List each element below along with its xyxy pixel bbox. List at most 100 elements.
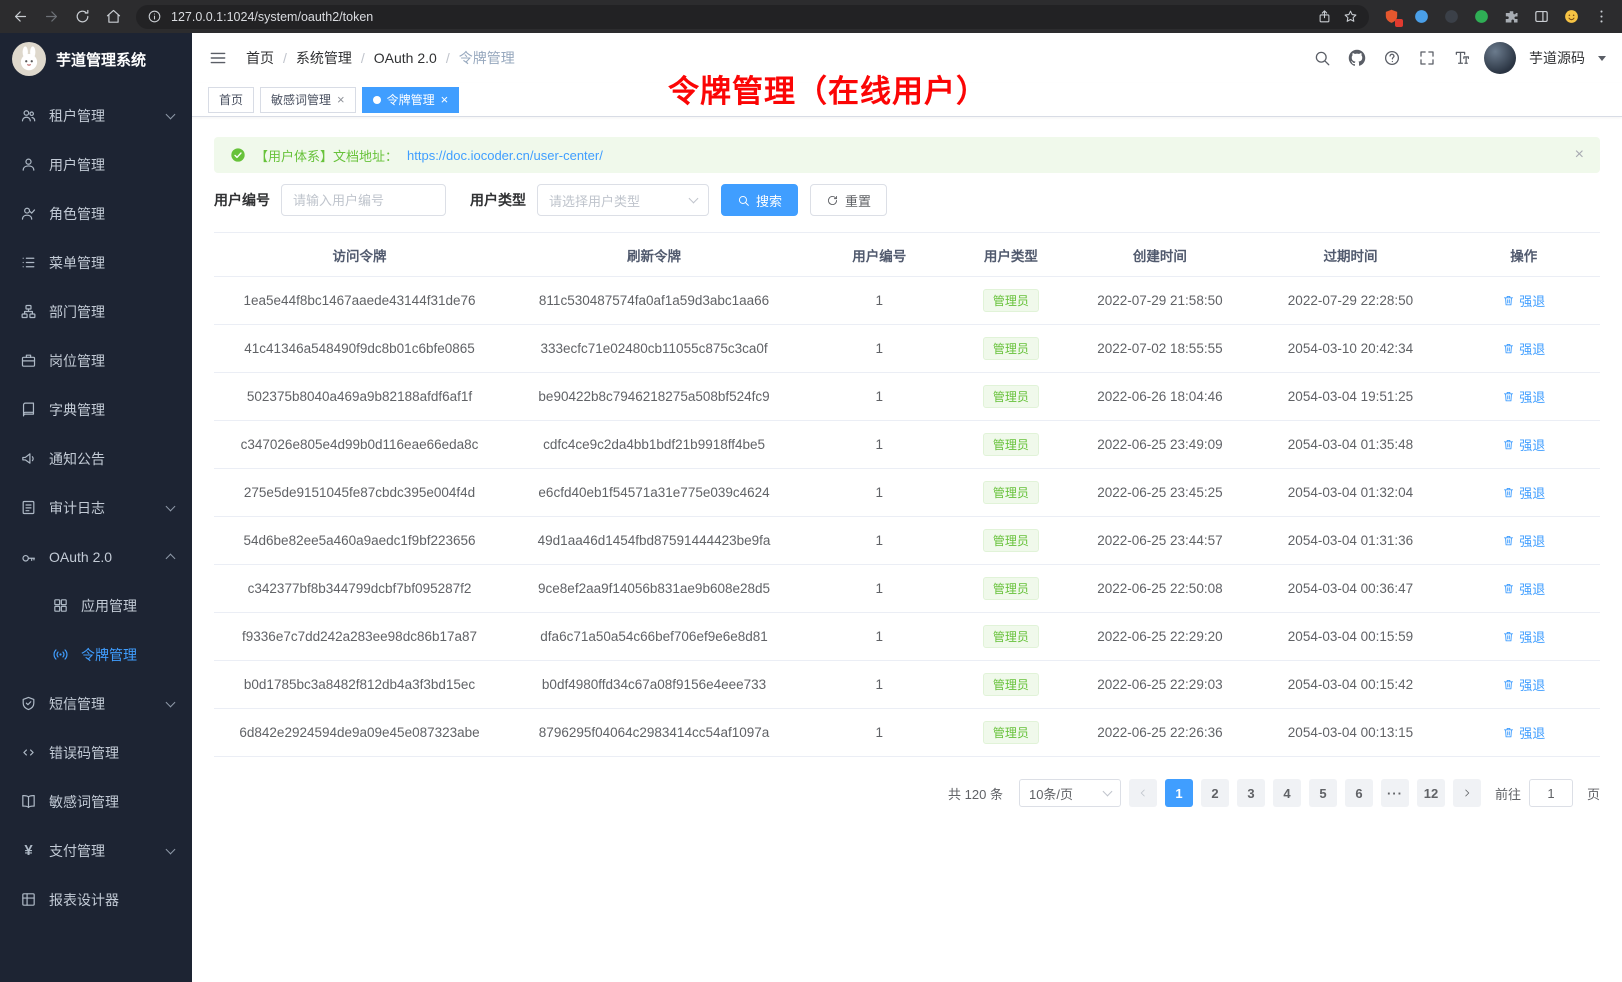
fullscreen-icon[interactable] [1418, 49, 1436, 67]
sidebar-item[interactable]: 错误码管理 [0, 728, 192, 777]
share-icon[interactable] [1317, 9, 1332, 24]
reset-button[interactable]: 重置 [810, 184, 887, 216]
github-icon[interactable] [1348, 49, 1366, 67]
app-icon [52, 597, 69, 614]
dark-extension-icon[interactable] [1443, 8, 1460, 25]
browser-home-icon[interactable] [105, 8, 122, 25]
font-size-icon[interactable] [1453, 49, 1471, 67]
force-logout-label: 强退 [1519, 579, 1545, 598]
sidebar-item[interactable]: 租户管理 [0, 91, 192, 140]
table-row: f9336e7c7dd242a283ee98dc86b17a87dfa6c71a… [214, 613, 1600, 661]
pagination-next-button[interactable] [1453, 779, 1481, 807]
sidebar-item[interactable]: 令牌管理 [0, 630, 192, 679]
breadcrumb-item[interactable]: 系统管理 [296, 48, 352, 68]
sidebar-item[interactable]: 字典管理 [0, 385, 192, 434]
force-logout-button[interactable]: 强退 [1502, 483, 1545, 502]
goto-page-input[interactable] [1529, 779, 1573, 807]
pagination-prev-button[interactable] [1129, 779, 1157, 807]
search-icon[interactable] [1313, 49, 1331, 67]
adblock-extension-icon[interactable] [1383, 8, 1400, 25]
doc-link[interactable]: https://doc.iocoder.cn/user-center/ [407, 148, 603, 163]
username[interactable]: 芋道源码 [1529, 48, 1585, 68]
app-title: 芋道管理系统 [56, 49, 146, 70]
user-type-label: 用户类型 [470, 190, 526, 210]
sidebar-item[interactable]: 报表设计器 [0, 875, 192, 924]
page-tab[interactable]: 敏感词管理× [260, 87, 356, 113]
alert-close-icon[interactable]: × [1575, 147, 1584, 163]
pagination-page-button[interactable]: 6 [1345, 779, 1373, 807]
sidebar-item[interactable]: 角色管理 [0, 189, 192, 238]
breadcrumb-item[interactable]: OAuth 2.0 [374, 50, 437, 66]
breadcrumb-separator: / [446, 50, 450, 66]
search-button[interactable]: 搜索 [721, 184, 798, 216]
sidebar-item[interactable]: 应用管理 [0, 581, 192, 630]
force-logout-button[interactable]: 强退 [1502, 387, 1545, 406]
pagination-page-button[interactable]: 3 [1237, 779, 1265, 807]
success-check-icon [230, 147, 246, 163]
pagination-page-button[interactable]: 2 [1201, 779, 1229, 807]
page-tab[interactable]: 首页 [208, 87, 254, 113]
sidebar-item[interactable]: 菜单管理 [0, 238, 192, 287]
sms-icon [20, 695, 37, 712]
force-logout-button[interactable]: 强退 [1502, 531, 1545, 550]
force-logout-button[interactable]: 强退 [1502, 291, 1545, 310]
chevron-up-icon [166, 554, 176, 564]
page-size-select[interactable]: 10条/页 [1019, 779, 1121, 807]
sidebar-item[interactable]: 通知公告 [0, 434, 192, 483]
sidebar-item-label: 部门管理 [49, 302, 105, 322]
tab-close-icon[interactable]: × [337, 93, 345, 106]
active-dot-icon [373, 96, 381, 104]
pagination-page-button[interactable]: 5 [1309, 779, 1337, 807]
force-logout-button[interactable]: 强退 [1502, 435, 1545, 454]
sidebar-item[interactable]: OAuth 2.0 [0, 532, 192, 581]
sidebar-item[interactable]: 用户管理 [0, 140, 192, 189]
force-logout-button[interactable]: 强退 [1502, 675, 1545, 694]
sidebar-item[interactable]: 审计日志 [0, 483, 192, 532]
browser-profile-avatar[interactable] [1563, 8, 1580, 25]
pagination-page-button[interactable]: 12 [1417, 779, 1445, 807]
sidebar-item[interactable]: 敏感词管理 [0, 777, 192, 826]
green-extension-icon[interactable] [1473, 8, 1490, 25]
force-logout-button[interactable]: 强退 [1502, 627, 1545, 646]
user-id-cell: 1 [803, 373, 955, 421]
sidebar-item[interactable]: ¥支付管理 [0, 826, 192, 875]
browser-back-icon[interactable] [12, 8, 29, 25]
sidebar-item[interactable]: 部门管理 [0, 287, 192, 336]
user-type-cell: 管理员 [955, 421, 1066, 469]
page-tab[interactable]: 令牌管理× [362, 87, 460, 113]
user-id-input[interactable] [281, 184, 446, 216]
blue-extension-icon[interactable] [1413, 8, 1430, 25]
tab-close-icon[interactable]: × [441, 93, 449, 106]
pagination-page-button[interactable]: 1 [1165, 779, 1193, 807]
action-cell: 强退 [1448, 421, 1601, 469]
chevron-down-icon[interactable] [1598, 56, 1606, 61]
app-logo[interactable]: 芋道管理系统 [0, 33, 192, 85]
expire-time-cell: 2054-03-10 20:42:34 [1253, 325, 1447, 373]
user-avatar[interactable] [1484, 42, 1516, 74]
sidebar-toggle-icon[interactable] [208, 48, 228, 68]
table-body: 1ea5e44f8bc1467aaede43144f31de76811c5304… [214, 277, 1600, 757]
browser-menu-icon[interactable] [1593, 8, 1610, 25]
sidebar-item[interactable]: 短信管理 [0, 679, 192, 728]
pagination-page-button[interactable]: 4 [1273, 779, 1301, 807]
sidebar-item-label: 字典管理 [49, 400, 105, 420]
bookmark-star-icon[interactable] [1343, 9, 1358, 24]
browser-reload-icon[interactable] [74, 8, 91, 25]
user-type-select[interactable]: 请选择用户类型 [537, 184, 709, 216]
pagination-more-button[interactable]: ··· [1381, 779, 1409, 807]
address-bar[interactable]: 127.0.0.1:1024/system/oauth2/token [136, 5, 1369, 29]
site-info-icon[interactable] [147, 9, 162, 24]
goto-suffix: 页 [1587, 784, 1600, 803]
sidebar-item-label: 岗位管理 [49, 351, 105, 371]
split-view-icon[interactable] [1533, 8, 1550, 25]
browser-forward-icon[interactable] [43, 8, 60, 25]
extensions-puzzle-icon[interactable] [1503, 8, 1520, 25]
force-logout-button[interactable]: 强退 [1502, 723, 1545, 742]
sidebar-item[interactable]: 岗位管理 [0, 336, 192, 385]
breadcrumb-item[interactable]: 首页 [246, 48, 274, 68]
table-row: 54d6be82ee5a460a9aedc1f9bf22365649d1aa46… [214, 517, 1600, 565]
help-icon[interactable] [1383, 49, 1401, 67]
force-logout-button[interactable]: 强退 [1502, 339, 1545, 358]
create-time-cell: 2022-07-02 18:55:55 [1066, 325, 1253, 373]
force-logout-button[interactable]: 强退 [1502, 579, 1545, 598]
